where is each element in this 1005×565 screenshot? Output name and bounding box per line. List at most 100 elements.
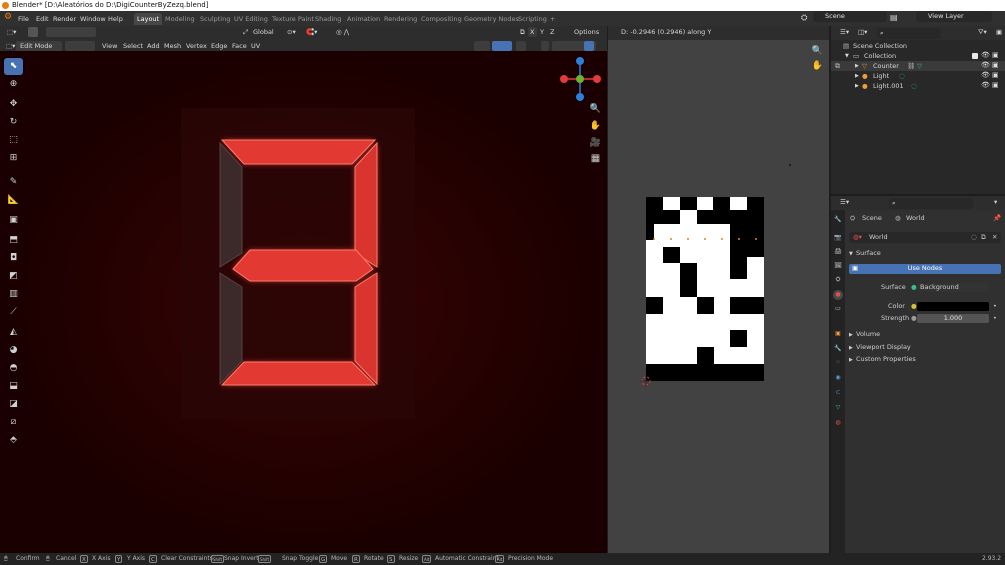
navigation-gizmo[interactable] xyxy=(556,54,606,104)
editor-type-icon[interactable]: ⬚▾ xyxy=(4,27,19,37)
constraints-tab-icon[interactable]: ⊂ xyxy=(833,388,843,398)
render-camera-icon[interactable]: ▣ xyxy=(992,61,999,69)
transform-tool-icon[interactable]: ⊞ xyxy=(4,150,23,167)
outliner-editor-type-icon[interactable]: ☰▾ xyxy=(837,27,852,37)
outliner-side-icon[interactable]: ⧉ xyxy=(835,62,840,71)
collection-tab-icon[interactable]: ▭ xyxy=(833,304,843,314)
data-tab-icon[interactable]: ▽ xyxy=(833,403,843,413)
blender-menu-icon[interactable]: ⚙ xyxy=(4,12,12,22)
expand-arrow-icon[interactable]: ▶ xyxy=(849,331,853,340)
measure-tool-icon[interactable]: 📐 xyxy=(4,192,23,209)
view-object-types-icon[interactable] xyxy=(474,41,490,51)
snap-icon[interactable]: 🧲▾ xyxy=(303,27,320,37)
object-tab-icon[interactable]: ▣ xyxy=(833,329,843,339)
menu-window[interactable]: Window xyxy=(80,14,106,24)
xray-toggle-icon[interactable] xyxy=(541,41,549,51)
grid-view-icon[interactable]: ▦ xyxy=(586,150,605,167)
filter-icon[interactable]: ⛛▾ xyxy=(975,27,990,37)
tab-animation[interactable]: Animation xyxy=(344,13,383,25)
properties-search-input[interactable]: ⌕ xyxy=(889,198,973,209)
tab-modeling[interactable]: Modeling xyxy=(162,13,198,25)
visibility-eye-icon[interactable]: 👁 xyxy=(981,71,990,79)
modifier-tab-icon[interactable]: 🔧 xyxy=(833,344,843,354)
view-layer-selector[interactable]: View Layer xyxy=(916,11,992,22)
menu-edge[interactable]: Edge xyxy=(208,41,230,51)
view-layer-tab-icon[interactable]: 🖼 xyxy=(833,261,843,271)
new-collection-icon[interactable]: ▣ xyxy=(993,27,1005,37)
surface-shader-dropdown[interactable]: Background xyxy=(917,283,989,292)
select-box-icon[interactable] xyxy=(28,27,38,37)
tab-shading[interactable]: Shading xyxy=(312,13,344,25)
pivot-icon[interactable]: ⊙▾ xyxy=(284,27,299,37)
display-mode-icon[interactable]: ◫▾ xyxy=(855,27,870,37)
zoom-icon[interactable]: 🔍 xyxy=(586,101,605,118)
outliner-row-scene-collection[interactable]: ▤ Scene Collection xyxy=(831,41,1005,51)
menu-uv[interactable]: UV xyxy=(248,41,263,51)
proportional-edit-icon[interactable]: ◎ ⋀ xyxy=(333,27,352,37)
render-camera-icon[interactable]: ▣ xyxy=(992,71,999,79)
gizmo-toggle-icon[interactable] xyxy=(492,41,512,51)
tool-tab-icon[interactable]: 🔧 xyxy=(833,215,843,225)
outliner-row-collection[interactable]: ▼ ▭ Collection xyxy=(831,51,1005,61)
outliner-row-counter[interactable]: ▶ ▽ Counter ⛓ ▽ xyxy=(831,61,1005,71)
poly-build-tool-icon[interactable]: ◭ xyxy=(4,324,23,341)
menu-select[interactable]: Select xyxy=(120,41,146,51)
expand-arrow-icon[interactable]: ▼ xyxy=(845,51,849,61)
select-mode-buttons[interactable] xyxy=(46,27,96,37)
volume-panel-header[interactable]: Volume xyxy=(856,330,880,339)
keyframe-dot-icon[interactable]: • xyxy=(993,302,997,311)
world-tab-icon[interactable]: ● xyxy=(833,290,843,300)
expand-arrow-icon[interactable]: ▼ xyxy=(849,250,853,259)
properties-editor-type-icon[interactable]: ☰▾ xyxy=(837,197,852,207)
surface-panel-header[interactable]: Surface xyxy=(856,249,881,258)
exclude-checkbox[interactable] xyxy=(972,53,978,59)
annotate-tool-icon[interactable]: ✎ xyxy=(4,174,23,191)
uv-editor[interactable]: 🔍 ✋ xyxy=(608,40,829,553)
render-camera-icon[interactable]: ▣ xyxy=(992,81,999,89)
menu-add[interactable]: Add xyxy=(144,41,163,51)
menu-face[interactable]: Face xyxy=(229,41,250,51)
unlink-icon[interactable]: ✕ xyxy=(992,233,997,242)
menu-vertex[interactable]: Vertex xyxy=(183,41,210,51)
use-nodes-button[interactable]: Use Nodes ▣ xyxy=(849,264,1001,274)
rotate-tool-icon[interactable]: ↻ xyxy=(4,114,23,131)
select-mode-vertex-edge-face[interactable] xyxy=(65,41,95,51)
particles-tab-icon[interactable]: ⁘ xyxy=(833,358,843,368)
outliner-row-light-001[interactable]: ▶ ● Light.001 ◌ xyxy=(831,81,1005,91)
tab-layout[interactable]: Layout xyxy=(134,13,163,25)
inset-tool-icon[interactable]: ◘ xyxy=(4,250,23,267)
color-swatch[interactable] xyxy=(917,302,989,311)
transform-orientation-dropdown[interactable]: Global xyxy=(250,27,277,37)
3d-viewport[interactable]: 🔍 ✋ 🎥 ▦ xyxy=(0,51,607,553)
strength-field[interactable]: 1.000 xyxy=(917,314,989,323)
tab-rendering[interactable]: Rendering xyxy=(381,13,420,25)
physics-tab-icon[interactable]: ◉ xyxy=(833,373,843,383)
tab-sculpting[interactable]: Sculpting xyxy=(197,13,233,25)
rip-tool-icon[interactable]: ⬘ xyxy=(4,432,23,449)
loop-cut-tool-icon[interactable]: ▥ xyxy=(4,286,23,303)
menu-help[interactable]: Help xyxy=(108,14,123,24)
render-camera-icon[interactable]: ▣ xyxy=(992,51,999,59)
move-tool-icon[interactable]: ✥ xyxy=(4,96,23,113)
edge-slide-tool-icon[interactable]: ⬓ xyxy=(4,378,23,395)
extrude-tool-icon[interactable]: ⬒ xyxy=(4,232,23,249)
shear-tool-icon[interactable]: ⧄ xyxy=(4,414,23,431)
menu-mesh[interactable]: Mesh xyxy=(161,41,184,51)
visibility-eye-icon[interactable]: 👁 xyxy=(981,61,990,69)
scene-selector[interactable]: Scene xyxy=(813,11,887,22)
menu-edit[interactable]: Edit xyxy=(36,14,49,24)
outliner-search-input[interactable]: ⌕ xyxy=(877,28,941,39)
viewport-display-panel-header[interactable]: Viewport Display xyxy=(856,343,911,352)
expand-arrow-icon[interactable]: ▶ xyxy=(855,61,859,71)
knife-tool-icon[interactable]: ⟋ xyxy=(4,304,23,321)
duplicate-icon[interactable]: ⧉ xyxy=(981,233,986,242)
expand-arrow-icon[interactable]: ▶ xyxy=(849,344,853,353)
pin-icon[interactable]: 📌 xyxy=(993,214,1001,223)
scene-tab-icon[interactable]: ⛭ xyxy=(833,275,843,285)
menu-render[interactable]: Render xyxy=(53,14,76,24)
shrink-fatten-tool-icon[interactable]: ◪ xyxy=(4,396,23,413)
spin-tool-icon[interactable]: ◕ xyxy=(4,342,23,359)
expand-arrow-icon[interactable]: ▶ xyxy=(855,81,859,91)
menu-file[interactable]: File xyxy=(18,14,29,24)
keyframe-dot-icon[interactable]: • xyxy=(993,314,997,323)
